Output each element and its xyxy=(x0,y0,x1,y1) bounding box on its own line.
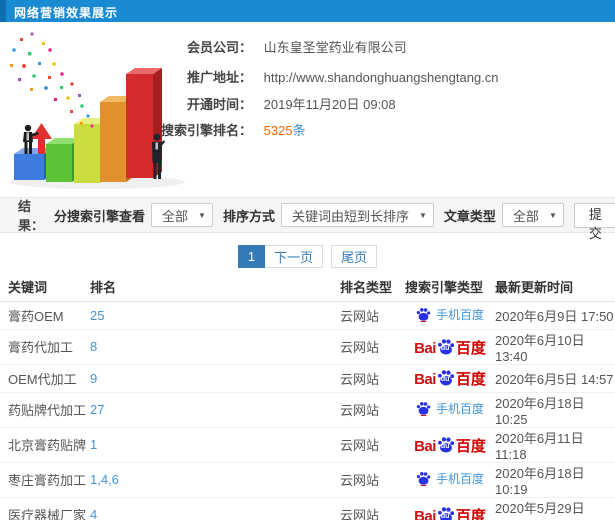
chevron-down-icon: ▼ xyxy=(418,210,427,220)
rank-type-cell: 云网站 xyxy=(340,392,405,428)
rank-link[interactable]: 1 xyxy=(90,437,97,452)
keyword-cell: 膏药代加工 xyxy=(0,329,90,365)
updated-cell: 2020年6月10日 13:40 xyxy=(495,329,615,365)
table-row: 膏药代加工 8 云网站 Bai du 百度 2020年6月10日 13:40 xyxy=(0,329,615,365)
sort-label: 排序方式 xyxy=(222,208,275,224)
engine-cell: 手机百度 xyxy=(405,392,495,428)
engine-cell: 手机百度 xyxy=(405,301,495,330)
rank-type-cell: 云网站 xyxy=(340,329,405,365)
chevron-down-icon: ▼ xyxy=(548,210,557,220)
open-time-value: 2019年11月20日 09:08 xyxy=(263,97,396,112)
promo-url-label: 推广地址： xyxy=(186,70,252,85)
col-rank-type: 排名类型 xyxy=(340,272,405,302)
keyword-cell: 北京膏药贴牌 xyxy=(0,427,90,463)
engine-cell: Bai du 百度 xyxy=(405,427,495,463)
confetti-dots xyxy=(10,32,94,128)
baidu-logo: Bai du 百度 xyxy=(414,338,486,357)
engine-cell: Bai du 百度 xyxy=(405,497,495,520)
updated-cell: 2020年6月18日 10:25 xyxy=(495,392,615,428)
baidu-logo: Bai du 百度 xyxy=(414,369,486,388)
pagination: 1 下一页 尾页 xyxy=(0,244,615,268)
rank-link[interactable]: 8 xyxy=(90,339,97,354)
rank-type-cell: 云网站 xyxy=(340,462,405,498)
baidu-logo: Bai du 百度 xyxy=(414,506,486,520)
next-page-button[interactable]: 下一页 xyxy=(265,244,324,268)
mobile-baidu-logo: 手机百度 xyxy=(416,306,484,323)
keyword-cell: 药贴牌代加工 xyxy=(0,392,90,428)
engine-cell: 手机百度 xyxy=(405,462,495,498)
updated-cell: 2020年5月29日 10:32 xyxy=(495,497,615,520)
updated-cell: 2020年6月9日 17:50 xyxy=(495,301,615,330)
baidu-paw-icon: du xyxy=(437,369,455,387)
title-bar: 网络营销效果展示 xyxy=(0,0,615,22)
company-label: 会员公司： xyxy=(186,40,252,55)
table-row: OEM代加工 9 云网站 Bai du 百度 2020年6月5日 14:57 xyxy=(0,364,615,393)
rank-type-cell: 云网站 xyxy=(340,301,405,330)
table-row: 枣庄膏药加工 1,4,6 云网站 手机百度 2020年6月18日 10:19 xyxy=(0,462,615,498)
table-row: 北京膏药贴牌 1 云网站 Bai du 百度 2020年6月11日 11:18 xyxy=(0,427,615,463)
baidu-paw-icon xyxy=(416,402,431,416)
keyword-cell: 膏药OEM xyxy=(0,301,90,330)
article-type-select[interactable]: 全部 ▼ xyxy=(501,203,564,227)
rank-type-cell: 云网站 xyxy=(340,497,405,520)
rank-count-value: 5325条 xyxy=(263,123,306,138)
col-keyword: 关键词 xyxy=(0,272,90,302)
filter-bar: 结果： 分搜索引擎查看 全部 ▼ 排序方式 关键词由短到长排序 ▼ 文章类型 全… xyxy=(0,197,615,241)
baidu-paw-icon: du xyxy=(437,506,455,520)
keyword-cell: 枣庄膏药加工 xyxy=(0,462,90,498)
baidu-paw-icon: du xyxy=(437,338,455,356)
info-row-rank-count: 搜索引擎排名： 5325条 xyxy=(161,120,610,138)
engine-cell: Bai du 百度 xyxy=(405,364,495,393)
page-title: 网络营销效果展示 xyxy=(14,6,119,20)
rank-count-label: 搜索引擎排名： xyxy=(160,123,252,138)
promo-url-link[interactable]: http://www.shandonghuangshengtang.cn xyxy=(264,70,499,85)
last-page-button[interactable]: 尾页 xyxy=(331,244,378,268)
rank-link[interactable]: 4 xyxy=(90,507,97,520)
table-header-row: 关键词 排名 排名类型 搜索引擎类型 最新更新时间 xyxy=(0,272,615,302)
rank-type-cell: 云网站 xyxy=(340,364,405,393)
engine-view-label: 分搜索引擎查看 xyxy=(54,208,146,224)
mobile-baidu-logo: 手机百度 xyxy=(416,470,484,487)
article-type-label: 文章类型 xyxy=(443,208,496,224)
baidu-paw-icon xyxy=(416,307,431,322)
rank-link[interactable]: 25 xyxy=(90,308,104,323)
col-rank: 排名 xyxy=(90,272,340,302)
page-1-button[interactable]: 1 xyxy=(237,244,266,268)
info-row-company: 会员公司： 山东皇圣堂药业有限公司 xyxy=(180,37,610,55)
mobile-baidu-logo: 手机百度 xyxy=(416,400,484,417)
chevron-down-icon: ▼ xyxy=(198,210,206,220)
info-row-url: 推广地址： http://www.shandonghuangshengtang.… xyxy=(180,67,610,85)
title-bar-accent xyxy=(0,0,6,22)
table-row: 膏药OEM 25 云网站 手机百度 2020年6月9日 17:50 xyxy=(0,301,615,330)
result-label: 结果： xyxy=(18,199,45,233)
page: 网络营销效果展示 会员公司： 山东皇圣堂药业有限公司 推广地址： http://… xyxy=(0,0,615,520)
table-row: 医疗器械厂家 4 云网站 Bai du 百度 2020年5月29日 10:32 xyxy=(0,497,615,520)
rank-link[interactable]: 1,4,6 xyxy=(90,472,119,487)
submit-button[interactable]: 提交 xyxy=(573,202,615,241)
rank-link[interactable]: 9 xyxy=(90,371,97,386)
updated-cell: 2020年6月5日 14:57 xyxy=(495,364,615,393)
updated-cell: 2020年6月11日 11:18 xyxy=(495,427,615,463)
engine-cell: Bai du 百度 xyxy=(405,329,495,365)
col-updated: 最新更新时间 xyxy=(495,272,615,302)
keyword-cell: 医疗器械厂家 xyxy=(0,497,90,520)
updated-cell: 2020年6月18日 10:19 xyxy=(495,462,615,498)
baidu-paw-icon xyxy=(416,472,431,486)
baidu-logo: Bai du 百度 xyxy=(414,436,486,455)
sort-select[interactable]: 关键词由短到长排序 ▼ xyxy=(280,203,434,227)
rank-link[interactable]: 27 xyxy=(90,402,104,417)
results-table: 关键词 排名 排名类型 搜索引擎类型 最新更新时间 膏药OEM 25 云网站 手… xyxy=(0,272,615,520)
growth-chart-illustration xyxy=(2,30,187,190)
col-engine-type: 搜索引擎类型 xyxy=(405,272,495,302)
info-row-open-time: 开通时间： 2019年11月20日 09:08 xyxy=(180,94,610,112)
keyword-cell: OEM代加工 xyxy=(0,364,90,393)
rank-type-cell: 云网站 xyxy=(340,427,405,463)
table-row: 药贴牌代加工 27 云网站 手机百度 2020年6月18日 10:25 xyxy=(0,392,615,428)
bar-chart-graphic xyxy=(9,32,185,189)
company-link[interactable]: 山东皇圣堂药业有限公司 xyxy=(264,40,407,55)
open-time-label: 开通时间： xyxy=(186,97,252,112)
engine-view-select[interactable]: 全部 ▼ xyxy=(151,203,213,227)
baidu-paw-icon: du xyxy=(437,436,455,454)
